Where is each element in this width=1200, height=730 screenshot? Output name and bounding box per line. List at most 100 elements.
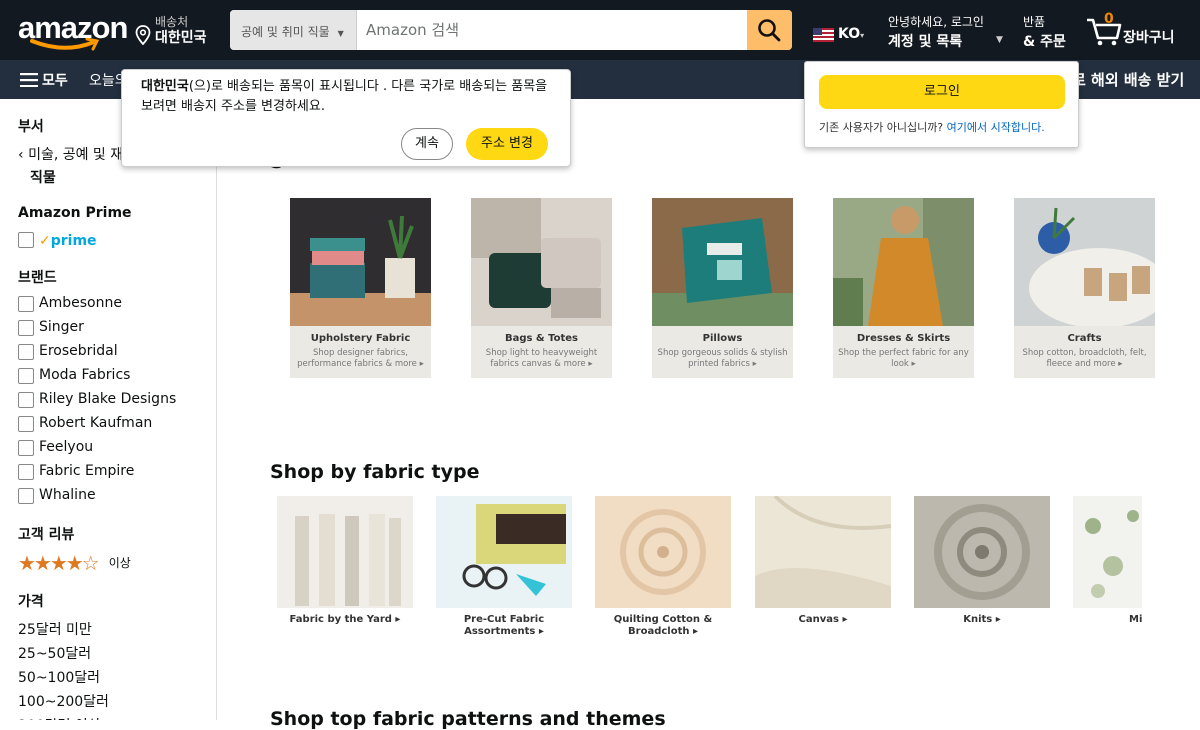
project-card-crafts[interactable]: Crafts Shop cotton, broadcloth, felt, fle… [1014,198,1155,378]
search-input[interactable] [357,10,747,50]
department-heading: 부서 [18,119,44,135]
chevron-left-icon: ‹ [18,147,29,163]
brand-checkbox[interactable] [18,464,34,480]
fabric-tile-minky[interactable]: Minl [1073,496,1142,636]
brand-checkbox[interactable] [18,392,34,408]
location-pin-icon [135,25,151,45]
fabric-image-canvas [755,496,891,608]
fabric-image-quilting-cotton [595,496,731,608]
delivery-country: 대한민국 [141,79,189,94]
hamburger-icon [20,73,38,88]
review-heading: 고객 리뷰 [18,527,75,543]
all-menu-button[interactable]: 모두 [20,70,68,90]
brand-label[interactable]: Ambesonne [39,295,122,311]
project-card-subtitle: Shop light to heavyweight fabrics canvas… [485,348,598,369]
start-here-link[interactable]: 여기에서 시작합니다. [947,121,1045,134]
patterns-title: Shop top fabric patterns and themes [270,708,666,730]
brand-label[interactable]: Whaline [39,487,96,503]
search-button[interactable] [747,10,792,50]
project-card-title: Bags & Totes [504,333,579,344]
project-card-title: Pillows [702,333,743,344]
fabric-tile-knits[interactable]: Knits ▸ [914,496,1050,636]
cart-count: 0 [1104,11,1114,27]
project-card-dresses[interactable]: Dresses & Skirts Shop the perfect fabric … [833,198,974,378]
project-image-bags [471,198,612,326]
brand-label[interactable]: Robert Kaufman [39,415,152,431]
price-filter-link[interactable]: 50~100달러 [18,667,100,687]
project-card-bags[interactable]: Bags & Totes Shop light to heavyweight fa… [471,198,612,378]
fabric-tile-canvas[interactable]: Canvas ▸ [755,496,891,636]
all-menu-label: 모두 [42,73,68,89]
fabric-image-by-the-yard [277,496,413,608]
signin-flyout: 로그인 기존 사용자가 아니십니까? 여기에서 시작합니다. [804,61,1079,148]
department-back-link[interactable]: ‹ 미술, 공예 및 재 [18,144,123,164]
brand-label[interactable]: Singer [39,319,84,335]
department-link-label: 미술, 공예 및 재 [28,147,124,163]
brand-checkbox[interactable] [18,296,34,312]
search-bar: 공예 및 취미 직물 ▼ [230,10,792,50]
fabric-tile-quilting-cotton[interactable]: Quilting Cotton & Broadcloth ▸ [595,496,731,637]
price-filter-link[interactable]: 25달러 미만 [18,619,92,639]
fabric-tile-label: Pre-Cut Fabric Assortments ▸ [463,614,545,637]
cart-label: 장바구니 [1123,30,1175,46]
price-filter-link[interactable]: 100~200달러 [18,691,109,711]
fabric-tile-label: Knits ▸ [963,614,1001,625]
search-category-select[interactable]: 공예 및 취미 직물 ▼ [230,10,357,50]
search-icon [758,19,781,42]
star-rating-icon: ★★★★☆ [18,551,100,575]
delivery-popover: 대한민국(으)로 배송되는 품목이 표시됩니다 . 다른 국가로 배송되는 품목… [121,69,571,167]
project-card-subtitle: Shop gorgeous solids & stylish printed f… [657,348,788,369]
department-current: 직물 [30,170,56,186]
signin-button[interactable]: 로그인 [819,75,1065,109]
project-card-subtitle: Shop the perfect fabric for any look ▸ [838,348,969,369]
orders-label: & 주문 [1023,34,1066,50]
caret-down-icon: ▼ [996,35,1003,45]
returns-label: 반품 [1023,15,1046,29]
brand-label[interactable]: Riley Blake Designs [39,391,176,407]
fabric-tile-label: Quilting Cotton & Broadcloth ▸ [613,614,713,637]
fabric-tile-label: Minl [1129,614,1142,625]
brand-checkbox[interactable] [18,440,34,456]
project-card-title: Upholstery Fabric [310,333,411,344]
project-image-dresses [833,198,974,326]
project-card-upholstery[interactable]: Upholstery Fabric Shop designer fabrics, … [290,198,431,378]
project-card-subtitle: Shop cotton, broadcloth, felt, fleece an… [1022,348,1147,369]
account-menu[interactable]: 안녕하세요, 로그인 계정 및 목록 ▼ [888,13,1003,51]
prime-checkbox[interactable] [18,232,34,248]
check-icon: ✓ [39,233,51,249]
project-card-subtitle: Shop designer fabrics, performance fabri… [297,348,424,369]
delivery-message: 대한민국(으)로 배송되는 품목이 표시됩니다 . 다른 국가로 배송되는 품목… [141,77,561,117]
cart-button[interactable]: 0 장바구니 [1085,11,1185,48]
account-greeting: 안녕하세요, 로그인 [888,15,984,29]
price-filter-link[interactable]: 25~50달러 [18,643,91,663]
returns-orders[interactable]: 반품 & 주문 [1023,13,1066,51]
brand-checkbox[interactable] [18,416,34,432]
deliver-country: 대한민국 [155,30,207,46]
prime-heading: Amazon Prime [18,205,132,221]
brand-checkbox[interactable] [18,344,34,360]
change-address-button[interactable]: 주소 변경 [466,128,548,160]
brand-checkbox[interactable] [18,320,34,336]
price-filter-link[interactable]: 200달러 이상 [18,715,101,720]
brand-label[interactable]: Moda Fabrics [39,367,130,383]
continue-button[interactable]: 계속 [401,128,453,160]
brand-label[interactable]: Feelyou [39,439,93,455]
project-image-upholstery [290,198,431,326]
brand-checkbox[interactable] [18,368,34,384]
fabric-tile-by-the-yard[interactable]: Fabric by the Yard ▸ [277,496,413,636]
brand-checkbox[interactable] [18,488,34,504]
brand-heading: 브랜드 [18,270,57,286]
brand-label[interactable]: Erosebridal [39,343,118,359]
smile-arrow-icon [30,38,100,51]
new-customer-prompt: 기존 사용자가 아니십니까? [819,121,944,134]
prime-logo: ✓prime [39,233,97,249]
fabric-tile-label: Canvas ▸ [798,614,848,625]
search-category-label: 공예 및 취미 직물 [241,25,330,39]
project-image-crafts [1014,198,1155,326]
project-card-pillows[interactable]: Pillows Shop gorgeous solids & stylish pr… [652,198,793,378]
nav-link-intl-shipping[interactable]: 로 해외 배송 받기 [1072,69,1184,90]
brand-label[interactable]: Fabric Empire [39,463,134,479]
price-heading: 가격 [18,594,44,610]
rating-filter[interactable]: ★★★★☆ 이상 [18,551,131,575]
fabric-tile-pre-cut[interactable]: Pre-Cut Fabric Assortments ▸ [436,496,572,637]
